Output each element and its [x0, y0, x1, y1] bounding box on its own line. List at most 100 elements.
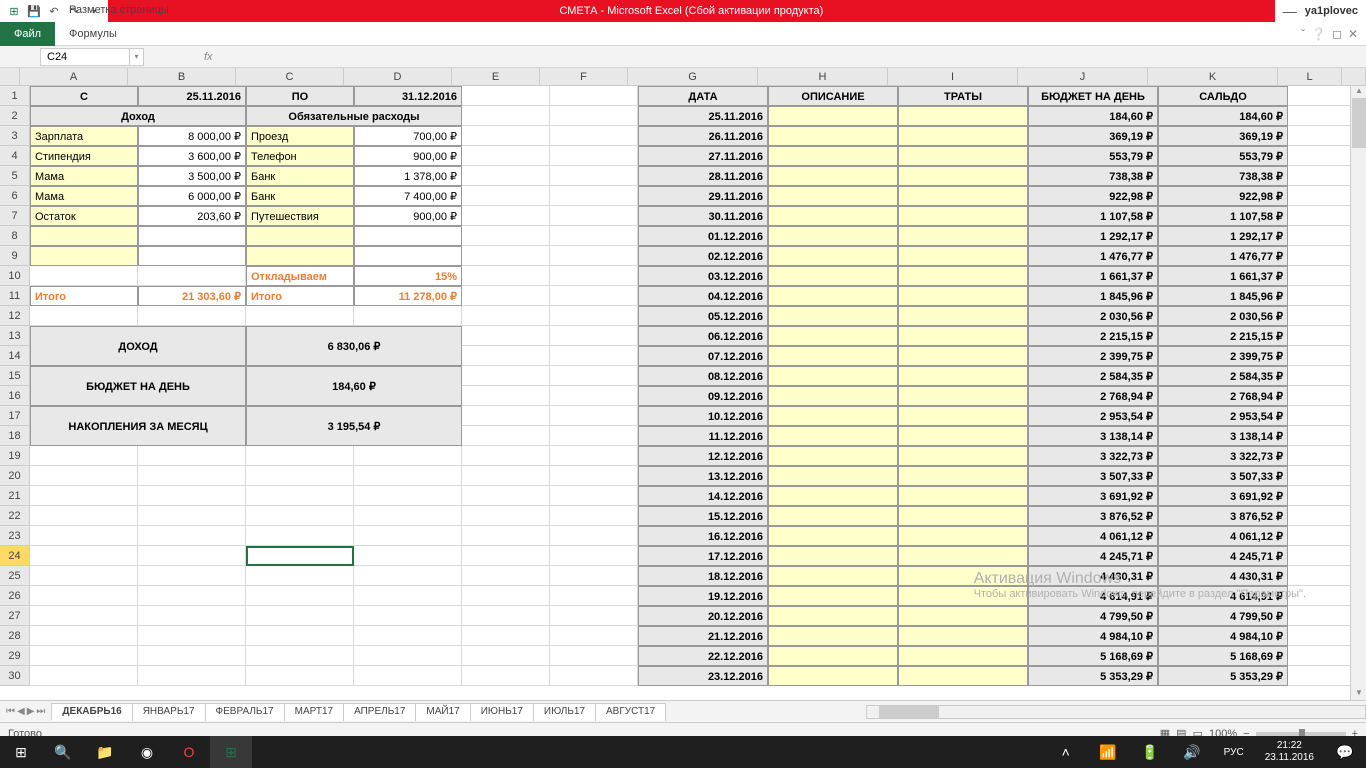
desc-14[interactable] — [768, 386, 898, 406]
col-header-H[interactable]: H — [758, 68, 888, 86]
date-11[interactable]: 06.12.2016 — [638, 326, 768, 346]
income-val-0[interactable]: 8 000,00 ₽ — [138, 126, 246, 146]
spend-21[interactable] — [898, 526, 1028, 546]
cell[interactable] — [550, 106, 638, 126]
cell[interactable] — [1288, 146, 1352, 166]
spend-19[interactable] — [898, 486, 1028, 506]
exp-empty[interactable] — [246, 226, 354, 246]
spend-10[interactable] — [898, 306, 1028, 326]
cell[interactable] — [1288, 346, 1352, 366]
desc-21[interactable] — [768, 526, 898, 546]
cell[interactable] — [1288, 666, 1352, 686]
cell[interactable] — [550, 346, 638, 366]
sheet-nav-prev-icon[interactable]: ◀ — [17, 706, 25, 717]
spend-1[interactable] — [898, 126, 1028, 146]
date-8[interactable]: 03.12.2016 — [638, 266, 768, 286]
cell[interactable] — [462, 346, 550, 366]
date-7[interactable]: 02.12.2016 — [638, 246, 768, 266]
row-header-1[interactable]: 1 — [0, 86, 30, 106]
cell[interactable] — [462, 546, 550, 566]
spend-23[interactable] — [898, 566, 1028, 586]
sheet-nav-first-icon[interactable]: ⏮ — [6, 706, 15, 717]
cell[interactable] — [462, 586, 550, 606]
cell[interactable] — [550, 246, 638, 266]
desc-3[interactable] — [768, 166, 898, 186]
cell[interactable] — [550, 166, 638, 186]
chrome-icon[interactable]: ◉ — [126, 736, 168, 768]
cell[interactable] — [1288, 406, 1352, 426]
row-header-25[interactable]: 25 — [0, 566, 30, 586]
date-24[interactable]: 19.12.2016 — [638, 586, 768, 606]
cell[interactable] — [550, 386, 638, 406]
select-all-corner[interactable] — [0, 68, 20, 86]
row-header-5[interactable]: 5 — [0, 166, 30, 186]
date-27[interactable]: 22.12.2016 — [638, 646, 768, 666]
cell[interactable] — [550, 426, 638, 446]
cell[interactable] — [462, 86, 550, 106]
spend-7[interactable] — [898, 246, 1028, 266]
spend-11[interactable] — [898, 326, 1028, 346]
cell[interactable] — [550, 586, 638, 606]
tab-Формулы[interactable]: Формулы — [55, 22, 183, 46]
spend-27[interactable] — [898, 646, 1028, 666]
cell[interactable] — [550, 406, 638, 426]
cell[interactable] — [550, 666, 638, 686]
income-name-2[interactable]: Мама — [30, 166, 138, 186]
row-header-24[interactable]: 24 — [0, 546, 30, 566]
row-header-29[interactable]: 29 — [0, 646, 30, 666]
date-9[interactable]: 04.12.2016 — [638, 286, 768, 306]
spend-26[interactable] — [898, 626, 1028, 646]
cell[interactable] — [1288, 426, 1352, 446]
cell[interactable] — [1288, 326, 1352, 346]
tab-Разметка страницы[interactable]: Разметка страницы — [55, 0, 183, 22]
cell[interactable] — [462, 606, 550, 626]
expense-name-0[interactable]: Проезд — [246, 126, 354, 146]
desc-15[interactable] — [768, 406, 898, 426]
cell[interactable] — [462, 406, 550, 426]
cell[interactable] — [1288, 86, 1352, 106]
inc-empty-v[interactable] — [138, 226, 246, 246]
date-19[interactable]: 14.12.2016 — [638, 486, 768, 506]
cell[interactable] — [550, 466, 638, 486]
desc-1[interactable] — [768, 126, 898, 146]
sheet-tab-ИЮНЬ17[interactable]: ИЮНЬ17 — [470, 703, 534, 721]
date-22[interactable]: 17.12.2016 — [638, 546, 768, 566]
row-header-12[interactable]: 12 — [0, 306, 30, 326]
expense-val-2[interactable]: 1 378,00 ₽ — [354, 166, 462, 186]
vscroll-thumb[interactable] — [1352, 98, 1366, 148]
help-icon[interactable]: ❔ — [1311, 27, 1326, 41]
cell[interactable] — [462, 526, 550, 546]
cell[interactable] — [1288, 246, 1352, 266]
row-header-3[interactable]: 3 — [0, 126, 30, 146]
cell[interactable] — [462, 326, 550, 346]
date-18[interactable]: 13.12.2016 — [638, 466, 768, 486]
col-header-end[interactable] — [1342, 68, 1366, 86]
cell[interactable] — [550, 286, 638, 306]
cell[interactable] — [462, 146, 550, 166]
cell[interactable] — [1288, 266, 1352, 286]
inc-empty-v[interactable] — [138, 246, 246, 266]
sheet-nav-next-icon[interactable]: ▶ — [27, 706, 35, 717]
col-header-G[interactable]: G — [628, 68, 758, 86]
col-header-K[interactable]: K — [1148, 68, 1278, 86]
cell[interactable] — [1288, 646, 1352, 666]
cell[interactable] — [550, 526, 638, 546]
name-box-dropdown-icon[interactable]: ▾ — [130, 48, 144, 66]
cell[interactable] — [462, 506, 550, 526]
col-header-L[interactable]: L — [1278, 68, 1342, 86]
row-header-8[interactable]: 8 — [0, 226, 30, 246]
cell[interactable] — [1288, 586, 1352, 606]
cell[interactable] — [1288, 486, 1352, 506]
cell[interactable] — [550, 146, 638, 166]
cell[interactable] — [550, 326, 638, 346]
col-header-E[interactable]: E — [452, 68, 540, 86]
file-explorer-icon[interactable]: 📁 — [84, 736, 126, 768]
row-header-26[interactable]: 26 — [0, 586, 30, 606]
desc-25[interactable] — [768, 606, 898, 626]
date-14[interactable]: 09.12.2016 — [638, 386, 768, 406]
desc-19[interactable] — [768, 486, 898, 506]
spend-24[interactable] — [898, 586, 1028, 606]
sheet-tab-АВГУСТ17[interactable]: АВГУСТ17 — [595, 703, 666, 721]
desc-12[interactable] — [768, 346, 898, 366]
cell[interactable] — [462, 246, 550, 266]
